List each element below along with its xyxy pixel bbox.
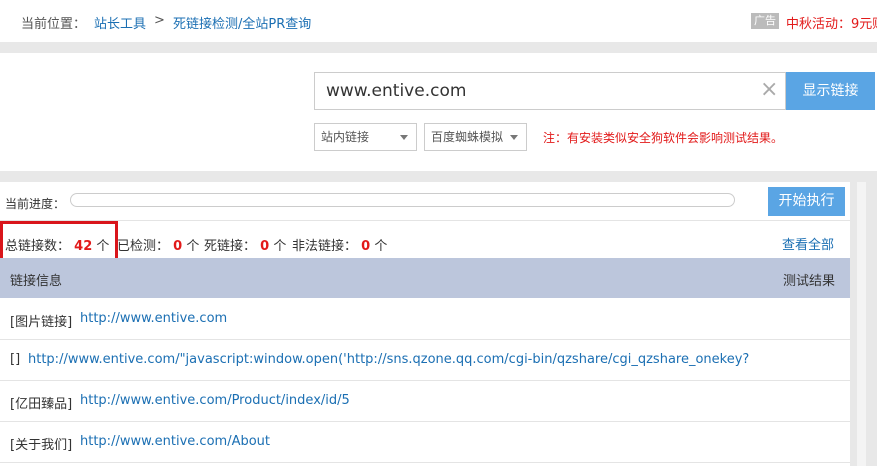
row-tag: [关于我们] [10,438,73,453]
breadcrumb-bar: 当前位置： 站长工具 > 死链接检测/全站PR查询 广告 中秋活动：9元购 [0,0,877,42]
row-tag: [亿田臻品] [10,397,73,412]
table-row: [图片链接] http://www.entive.com [0,299,850,340]
show-links-button[interactable]: 显示链接 [786,72,875,110]
results-panel: 当前进度： 开始执行 总链接数： 42 个 已检测： 0 个 死链接： 0 个 … [0,182,850,466]
stat-dead-label: 死链接： [204,239,257,254]
stat-dead-value: 0 [260,239,270,254]
agent-select-value: 百度蜘蛛模拟 [431,130,504,144]
breadcrumb-label: 当前位置： [21,17,87,32]
chevron-down-icon [400,135,408,140]
stat-dead: 死链接： 0 个 [204,235,286,254]
header-test-result: 测试结果 [783,274,836,289]
stat-illegal-unit: 个 [374,239,388,254]
warning-note: 注：有安装类似安全狗软件会影响测试结果。 [543,131,784,145]
view-all-link[interactable]: 查看全部 [782,234,834,253]
search-panel: www.entive.com × 显示链接 站内链接 百度蜘蛛模拟 注：有安装类… [0,53,877,171]
stat-illegal-value: 0 [361,239,371,254]
url-input[interactable]: www.entive.com × [314,72,786,110]
breadcrumb-separator: > [154,13,165,28]
row-link[interactable]: http://www.entive.com/"javascript:window… [28,352,749,367]
stat-dead-unit: 个 [273,239,287,254]
row-tag: [图片链接] [10,315,73,330]
start-button[interactable]: 开始执行 [768,187,845,216]
stat-illegal-label: 非法链接： [292,239,358,254]
row-tag: [] [10,352,21,367]
chevron-down-icon [510,135,518,140]
stat-checked-label: 已检测： [117,239,170,254]
row-link[interactable]: http://www.entive.com/About [80,434,270,449]
breadcrumb-home-link[interactable]: 站长工具 [94,13,146,32]
ad-badge: 广告 [751,13,779,29]
table-header: 链接信息 测试结果 [0,258,850,298]
stat-checked-value: 0 [173,239,183,254]
stat-checked-unit: 个 [186,239,200,254]
promo-link[interactable]: 中秋活动：9元购 [786,13,877,32]
table-row: [] http://www.entive.com/"javascript:win… [0,340,850,381]
scope-select[interactable]: 站内链接 [314,123,417,151]
agent-select[interactable]: 百度蜘蛛模拟 [424,123,527,151]
row-link[interactable]: http://www.entive.com [80,311,227,326]
row-link[interactable]: http://www.entive.com/Product/index/id/5 [80,393,350,408]
progress-bar [70,193,735,207]
url-input-value: www.entive.com [326,81,467,101]
breadcrumb-current-link[interactable]: 死链接检测/全站PR查询 [173,13,311,32]
highlight-box [0,221,118,263]
stat-checked: 已检测： 0 个 [117,235,199,254]
scope-select-value: 站内链接 [321,130,370,144]
table-row: [亿田臻品] http://www.entive.com/Product/ind… [0,381,850,422]
divider [0,220,850,221]
scrollbar-track[interactable] [857,182,866,466]
scrollbar[interactable] [850,182,877,466]
stat-illegal: 非法链接： 0 个 [292,235,387,254]
header-link-info: 链接信息 [10,274,63,289]
clear-icon[interactable]: × [760,78,778,102]
progress-label: 当前进度： [5,197,66,211]
table-row: [关于我们] http://www.entive.com/About [0,422,850,463]
